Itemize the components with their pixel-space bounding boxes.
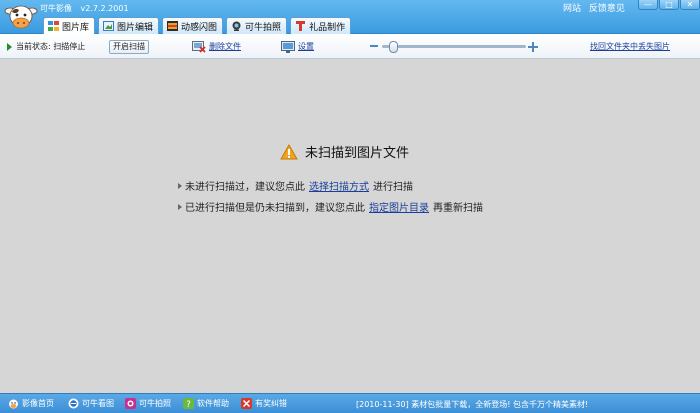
viewer-link[interactable]: 可牛看图 xyxy=(68,398,114,409)
picture-library-icon xyxy=(48,21,59,31)
minimize-button[interactable]: — xyxy=(638,0,658,10)
tab-gift[interactable]: 礼品制作 xyxy=(290,17,352,34)
hint-line-1: 未进行扫描过，建议您点此 选择扫描方式 进行扫描 xyxy=(178,178,413,193)
tab-label: 可牛拍照 xyxy=(245,22,282,33)
tab-label: 图片编辑 xyxy=(117,22,154,33)
feedback-link[interactable]: 反馈意见 xyxy=(589,4,625,14)
bug-report-label: 有奖纠错 xyxy=(255,399,287,408)
tab-camera[interactable]: 可牛拍照 xyxy=(226,17,288,34)
home-link[interactable]: 影像首页 xyxy=(8,398,54,409)
delete-file-label: 删除文件 xyxy=(209,42,241,51)
gift-t-icon xyxy=(296,21,306,31)
tab-label: 图片库 xyxy=(62,22,90,33)
camera-label: 可牛拍照 xyxy=(139,399,171,408)
main-tabs: 图片库 图片编辑 动感闪图 可牛拍照 礼品制作 xyxy=(43,17,354,34)
zoom-in-icon[interactable] xyxy=(528,42,538,52)
maximize-button[interactable]: □ xyxy=(659,0,679,10)
website-link[interactable]: 网站 xyxy=(563,4,581,14)
browser-e-icon xyxy=(68,398,79,409)
cow-logo-icon xyxy=(4,5,38,29)
find-lost-wrap: 找回文件夹中丢失图片 xyxy=(590,34,670,59)
camera-link[interactable]: 可牛拍照 xyxy=(125,398,171,409)
bullet-arrow-icon xyxy=(178,203,182,210)
top-links: 网站 反馈意见 xyxy=(563,1,630,14)
warning-icon xyxy=(280,143,298,159)
scan-status: 当前状态: 扫描停止 xyxy=(7,34,85,59)
zoom-out-icon[interactable] xyxy=(370,45,378,47)
delete-file-button[interactable]: 删除文件 xyxy=(192,34,241,59)
tab-label: 礼品制作 xyxy=(309,22,346,33)
svg-text:?: ? xyxy=(186,400,191,409)
tab-picture-edit[interactable]: 图片编辑 xyxy=(98,17,160,34)
monitor-settings-icon xyxy=(281,40,295,53)
hint-1-suffix: 进行扫描 xyxy=(373,182,413,193)
help-label: 软件帮助 xyxy=(197,399,229,408)
bug-report-link[interactable]: 有奖纠错 xyxy=(241,398,287,409)
app-window: 可牛影像 v2.7.2.2001 网站 反馈意见 — □ ✕ 图片库 图片编辑 … xyxy=(0,0,700,413)
hint-line-2: 已进行扫描但是仍未扫描到，建议您点此 指定图片目录 再重新扫描 xyxy=(178,199,483,214)
main-content: 未扫描到图片文件 未进行扫描过，建议您点此 选择扫描方式 进行扫描 已进行扫描但… xyxy=(0,60,700,393)
hint-2-suffix: 再重新扫描 xyxy=(433,203,483,214)
start-scan-button[interactable]: 开启扫描 xyxy=(109,39,149,54)
news-ticker[interactable]: [2010-11-30] 素材包批量下载，全新登场! 包含千万个精美素材! xyxy=(356,399,588,410)
picture-edit-icon xyxy=(103,21,115,31)
tab-flash-image[interactable]: 动感闪图 xyxy=(162,17,224,34)
find-lost-images-link[interactable]: 找回文件夹中丢失图片 xyxy=(590,41,670,52)
app-version: v2.7.2.2001 xyxy=(80,4,129,13)
home-label: 影像首页 xyxy=(22,399,54,408)
help-icon: ? xyxy=(183,398,194,409)
delete-file-icon xyxy=(192,40,206,53)
zoom-slider[interactable] xyxy=(370,41,540,53)
hint-2-text: 已进行扫描但是仍未扫描到，建议您点此 xyxy=(185,203,365,214)
cow-home-icon xyxy=(9,399,18,409)
close-button[interactable]: ✕ xyxy=(680,0,700,10)
settings-label: 设置 xyxy=(298,42,314,51)
help-link[interactable]: ? 软件帮助 xyxy=(183,398,229,409)
tab-label: 动感闪图 xyxy=(181,22,218,33)
bullet-arrow-icon xyxy=(178,182,182,189)
start-scan-wrap: 开启扫描 xyxy=(109,34,149,59)
hint-1-text: 未进行扫描过，建议您点此 xyxy=(185,182,305,193)
zoom-track[interactable] xyxy=(382,45,526,48)
title-bar: 可牛影像 v2.7.2.2001 网站 反馈意见 — □ ✕ 图片库 图片编辑 … xyxy=(0,0,700,34)
zoom-thumb[interactable] xyxy=(388,41,398,53)
flash-image-icon xyxy=(167,21,179,31)
specify-folder-link[interactable]: 指定图片目录 xyxy=(369,199,429,214)
settings-button[interactable]: 设置 xyxy=(281,34,314,59)
window-controls: — □ ✕ xyxy=(638,0,700,10)
scan-status-text: 当前状态: 扫描停止 xyxy=(16,42,86,51)
app-title: 可牛影像 v2.7.2.2001 xyxy=(40,3,129,14)
status-bar: 影像首页 可牛看图 可牛拍照 ? 软件帮助 有奖纠错 [2010-11-30] … xyxy=(0,393,700,413)
camera-icon xyxy=(125,398,136,409)
error-report-icon xyxy=(241,398,252,409)
empty-message-title: 未扫描到图片文件 xyxy=(280,142,409,161)
app-name: 可牛影像 xyxy=(40,4,72,13)
status-arrow-icon xyxy=(7,42,12,51)
toolbar: 当前状态: 扫描停止 开启扫描 删除文件 设置 找回文件夹中丢失图片 xyxy=(0,34,700,59)
choose-scan-mode-link[interactable]: 选择扫描方式 xyxy=(309,178,369,193)
empty-title-text: 未扫描到图片文件 xyxy=(305,146,410,161)
webcam-icon xyxy=(232,21,241,31)
tab-picture-library[interactable]: 图片库 xyxy=(43,17,96,34)
viewer-label: 可牛看图 xyxy=(82,399,114,408)
